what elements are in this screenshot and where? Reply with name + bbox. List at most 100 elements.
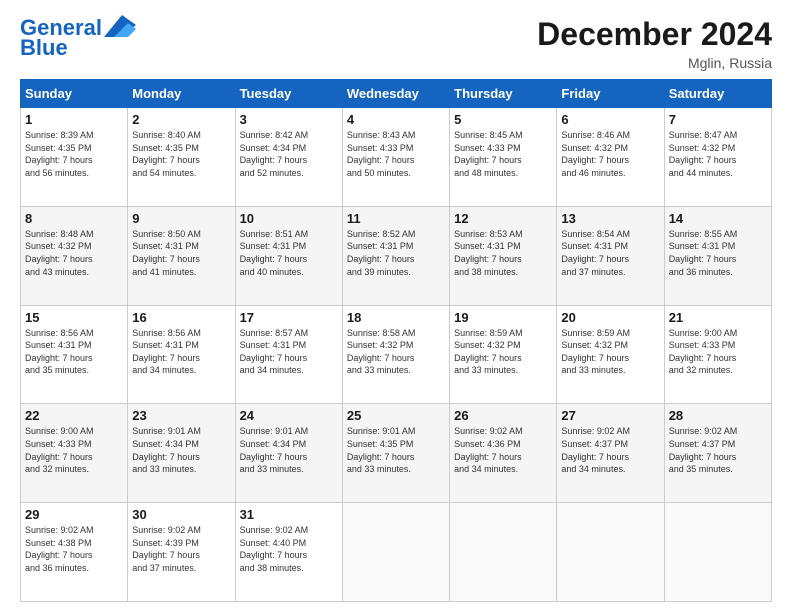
day-info: Sunrise: 9:01 AM Sunset: 4:34 PM Dayligh… xyxy=(132,425,230,475)
day-number: 10 xyxy=(240,211,338,226)
day-number: 14 xyxy=(669,211,767,226)
day-info: Sunrise: 8:56 AM Sunset: 4:31 PM Dayligh… xyxy=(132,327,230,377)
page: General Blue December 2024 Mglin, Russia… xyxy=(0,0,792,612)
day-number: 2 xyxy=(132,112,230,127)
day-info: Sunrise: 8:59 AM Sunset: 4:32 PM Dayligh… xyxy=(561,327,659,377)
day-info: Sunrise: 8:58 AM Sunset: 4:32 PM Dayligh… xyxy=(347,327,445,377)
day-number: 19 xyxy=(454,310,552,325)
day-number: 30 xyxy=(132,507,230,522)
calendar-cell: 30 Sunrise: 9:02 AM Sunset: 4:39 PM Dayli… xyxy=(128,503,235,602)
calendar-cell: 10 Sunrise: 8:51 AM Sunset: 4:31 PM Dayli… xyxy=(235,206,342,305)
title-block: December 2024 Mglin, Russia xyxy=(537,16,772,71)
logo: General Blue xyxy=(20,16,136,60)
day-info: Sunrise: 8:50 AM Sunset: 4:31 PM Dayligh… xyxy=(132,228,230,278)
calendar-table: SundayMondayTuesdayWednesdayThursdayFrid… xyxy=(20,79,772,602)
day-number: 1 xyxy=(25,112,123,127)
day-number: 25 xyxy=(347,408,445,423)
calendar-day-header: Friday xyxy=(557,80,664,108)
day-number: 24 xyxy=(240,408,338,423)
day-info: Sunrise: 8:53 AM Sunset: 4:31 PM Dayligh… xyxy=(454,228,552,278)
calendar-day-header: Tuesday xyxy=(235,80,342,108)
calendar-cell: 16 Sunrise: 8:56 AM Sunset: 4:31 PM Dayli… xyxy=(128,305,235,404)
calendar-cell: 1Sunrise: 8:39 AM Sunset: 4:35 PM Daylig… xyxy=(21,108,128,207)
calendar-cell xyxy=(664,503,771,602)
calendar-cell: 12 Sunrise: 8:53 AM Sunset: 4:31 PM Dayli… xyxy=(450,206,557,305)
day-info: Sunrise: 8:43 AM Sunset: 4:33 PM Dayligh… xyxy=(347,129,445,179)
day-info: Sunrise: 9:02 AM Sunset: 4:36 PM Dayligh… xyxy=(454,425,552,475)
day-info: Sunrise: 8:47 AM Sunset: 4:32 PM Dayligh… xyxy=(669,129,767,179)
day-info: Sunrise: 8:56 AM Sunset: 4:31 PM Dayligh… xyxy=(25,327,123,377)
day-number: 23 xyxy=(132,408,230,423)
logo-icon xyxy=(104,15,136,37)
calendar-cell: 3Sunrise: 8:42 AM Sunset: 4:34 PM Daylig… xyxy=(235,108,342,207)
calendar-cell: 25 Sunrise: 9:01 AM Sunset: 4:35 PM Dayli… xyxy=(342,404,449,503)
day-number: 7 xyxy=(669,112,767,127)
calendar-cell: 4 Sunrise: 8:43 AM Sunset: 4:33 PM Daylig… xyxy=(342,108,449,207)
day-info: Sunrise: 9:02 AM Sunset: 4:39 PM Dayligh… xyxy=(132,524,230,574)
calendar-day-header: Saturday xyxy=(664,80,771,108)
day-number: 6 xyxy=(561,112,659,127)
calendar-cell: 23 Sunrise: 9:01 AM Sunset: 4:34 PM Dayli… xyxy=(128,404,235,503)
day-number: 18 xyxy=(347,310,445,325)
calendar-cell: 17 Sunrise: 8:57 AM Sunset: 4:31 PM Dayli… xyxy=(235,305,342,404)
day-number: 13 xyxy=(561,211,659,226)
calendar-day-header: Wednesday xyxy=(342,80,449,108)
day-number: 16 xyxy=(132,310,230,325)
day-info: Sunrise: 8:51 AM Sunset: 4:31 PM Dayligh… xyxy=(240,228,338,278)
day-info: Sunrise: 8:57 AM Sunset: 4:31 PM Dayligh… xyxy=(240,327,338,377)
logo-blue: Blue xyxy=(20,36,68,60)
calendar-day-header: Thursday xyxy=(450,80,557,108)
day-number: 17 xyxy=(240,310,338,325)
calendar-cell: 22 Sunrise: 9:00 AM Sunset: 4:33 PM Dayli… xyxy=(21,404,128,503)
day-info: Sunrise: 8:52 AM Sunset: 4:31 PM Dayligh… xyxy=(347,228,445,278)
day-number: 22 xyxy=(25,408,123,423)
calendar-week-row: 8 Sunrise: 8:48 AM Sunset: 4:32 PM Daylig… xyxy=(21,206,772,305)
calendar-cell xyxy=(342,503,449,602)
day-number: 5 xyxy=(454,112,552,127)
calendar-cell: 24 Sunrise: 9:01 AM Sunset: 4:34 PM Dayli… xyxy=(235,404,342,503)
calendar-cell: 29Sunrise: 9:02 AM Sunset: 4:38 PM Dayli… xyxy=(21,503,128,602)
calendar-header-row: SundayMondayTuesdayWednesdayThursdayFrid… xyxy=(21,80,772,108)
calendar-cell xyxy=(557,503,664,602)
calendar-cell: 2 Sunrise: 8:40 AM Sunset: 4:35 PM Daylig… xyxy=(128,108,235,207)
day-info: Sunrise: 9:01 AM Sunset: 4:34 PM Dayligh… xyxy=(240,425,338,475)
calendar-week-row: 29Sunrise: 9:02 AM Sunset: 4:38 PM Dayli… xyxy=(21,503,772,602)
day-number: 11 xyxy=(347,211,445,226)
calendar-cell: 15 Sunrise: 8:56 AM Sunset: 4:31 PM Dayli… xyxy=(21,305,128,404)
calendar-cell: 7 Sunrise: 8:47 AM Sunset: 4:32 PM Daylig… xyxy=(664,108,771,207)
calendar-week-row: 15 Sunrise: 8:56 AM Sunset: 4:31 PM Dayli… xyxy=(21,305,772,404)
day-number: 12 xyxy=(454,211,552,226)
day-info: Sunrise: 9:02 AM Sunset: 4:37 PM Dayligh… xyxy=(561,425,659,475)
day-number: 8 xyxy=(25,211,123,226)
day-info: Sunrise: 8:40 AM Sunset: 4:35 PM Dayligh… xyxy=(132,129,230,179)
day-number: 15 xyxy=(25,310,123,325)
calendar-week-row: 22 Sunrise: 9:00 AM Sunset: 4:33 PM Dayli… xyxy=(21,404,772,503)
month-title: December 2024 xyxy=(537,16,772,53)
day-info: Sunrise: 8:46 AM Sunset: 4:32 PM Dayligh… xyxy=(561,129,659,179)
calendar-cell: 27Sunrise: 9:02 AM Sunset: 4:37 PM Dayli… xyxy=(557,404,664,503)
calendar-cell: 19 Sunrise: 8:59 AM Sunset: 4:32 PM Dayli… xyxy=(450,305,557,404)
day-number: 4 xyxy=(347,112,445,127)
location: Mglin, Russia xyxy=(537,55,772,71)
day-number: 3 xyxy=(240,112,338,127)
day-info: Sunrise: 9:02 AM Sunset: 4:37 PM Dayligh… xyxy=(669,425,767,475)
day-info: Sunrise: 8:59 AM Sunset: 4:32 PM Dayligh… xyxy=(454,327,552,377)
calendar-cell: 20 Sunrise: 8:59 AM Sunset: 4:32 PM Dayli… xyxy=(557,305,664,404)
day-info: Sunrise: 9:01 AM Sunset: 4:35 PM Dayligh… xyxy=(347,425,445,475)
day-info: Sunrise: 8:54 AM Sunset: 4:31 PM Dayligh… xyxy=(561,228,659,278)
calendar-cell: 5Sunrise: 8:45 AM Sunset: 4:33 PM Daylig… xyxy=(450,108,557,207)
header: General Blue December 2024 Mglin, Russia xyxy=(20,16,772,71)
calendar-cell: 26Sunrise: 9:02 AM Sunset: 4:36 PM Dayli… xyxy=(450,404,557,503)
day-info: Sunrise: 8:48 AM Sunset: 4:32 PM Dayligh… xyxy=(25,228,123,278)
day-number: 9 xyxy=(132,211,230,226)
day-number: 21 xyxy=(669,310,767,325)
calendar-cell: 14Sunrise: 8:55 AM Sunset: 4:31 PM Dayli… xyxy=(664,206,771,305)
day-number: 20 xyxy=(561,310,659,325)
calendar-day-header: Monday xyxy=(128,80,235,108)
calendar-day-header: Sunday xyxy=(21,80,128,108)
day-info: Sunrise: 9:02 AM Sunset: 4:38 PM Dayligh… xyxy=(25,524,123,574)
day-info: Sunrise: 9:00 AM Sunset: 4:33 PM Dayligh… xyxy=(25,425,123,475)
calendar-cell: 28Sunrise: 9:02 AM Sunset: 4:37 PM Dayli… xyxy=(664,404,771,503)
calendar-cell: 9 Sunrise: 8:50 AM Sunset: 4:31 PM Daylig… xyxy=(128,206,235,305)
calendar-week-row: 1Sunrise: 8:39 AM Sunset: 4:35 PM Daylig… xyxy=(21,108,772,207)
